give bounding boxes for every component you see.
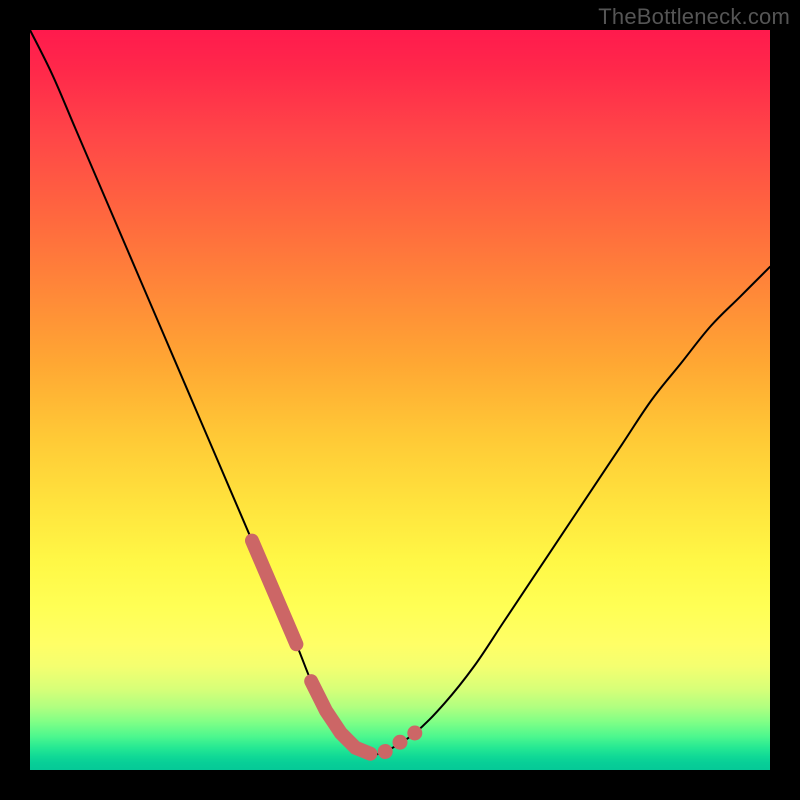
curve-svg [30, 30, 770, 770]
bottleneck-curve [30, 30, 770, 754]
curve-markers-group [252, 541, 422, 759]
plot-area [30, 30, 770, 770]
marker-segment-left [252, 541, 296, 645]
watermark-text: TheBottleneck.com [598, 4, 790, 30]
marker-dot-right-0 [378, 744, 393, 759]
marker-dot-right-1 [393, 735, 408, 750]
marker-dot-right-2 [407, 726, 422, 741]
marker-segment-bottom [311, 681, 370, 754]
chart-frame: TheBottleneck.com [0, 0, 800, 800]
